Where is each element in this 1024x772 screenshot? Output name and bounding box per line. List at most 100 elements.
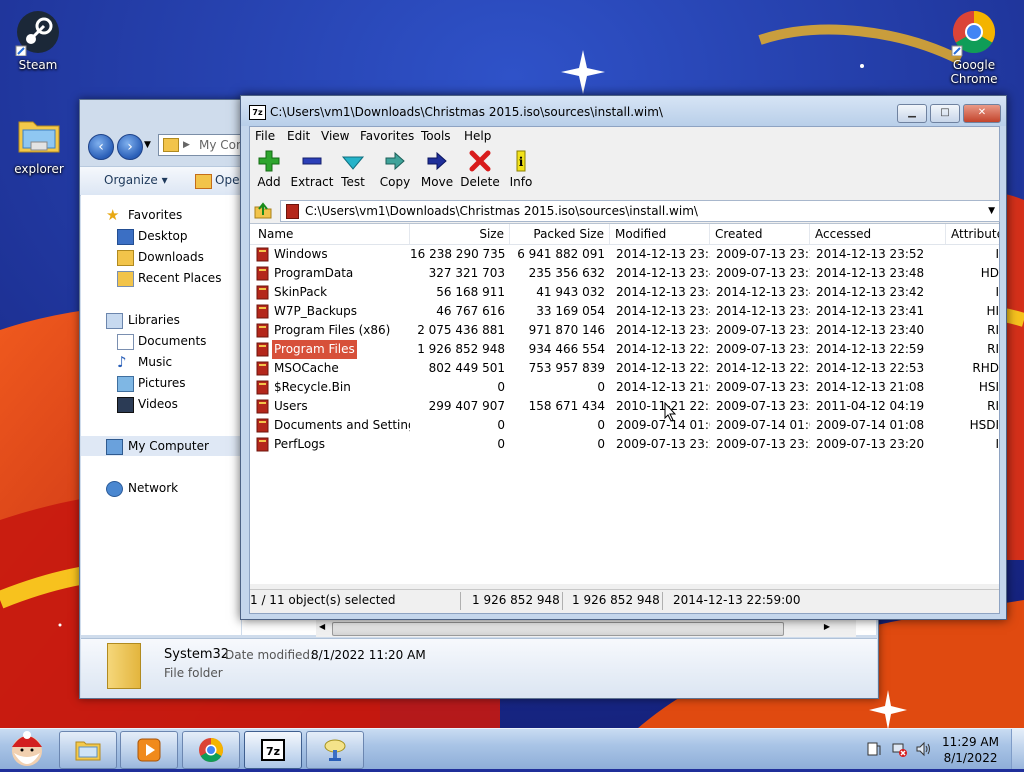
dropdown-arrow-icon[interactable]: ▼ [988, 201, 995, 221]
menu-bar: File Edit View Favorites Tools Help [250, 127, 999, 145]
move-button[interactable]: Move [414, 149, 460, 189]
nav-downloads[interactable]: Downloads [81, 247, 241, 267]
menu-help[interactable]: Help [464, 129, 491, 143]
nav-videos[interactable]: Videos [81, 394, 241, 414]
file-row[interactable]: Program Files (x86) 2 075 436 881 971 870 … [250, 321, 999, 340]
column-header-created[interactable]: Created [710, 224, 810, 244]
file-row[interactable]: MSOCache 802 449 501 753 957 839 2014-12-13… [250, 359, 999, 378]
chrome-icon [197, 736, 225, 764]
taskbar-7zip-button[interactable]: 7z [244, 731, 302, 769]
scroll-right-icon[interactable]: ▶ [824, 622, 830, 631]
desktop-icon-explorer[interactable]: explorer [1, 112, 77, 176]
nav-music[interactable]: ♪ Music [81, 352, 241, 372]
column-header-accessed[interactable]: Accessed [810, 224, 946, 244]
toolbar-label: Delete [460, 175, 500, 189]
file-row[interactable]: SkinPack 56 168 911 41 943 032 2014-12-13 2… [250, 283, 999, 302]
file-row[interactable]: PerfLogs 0 0 2009-07-13 23:20 2009-07-13 23:… [250, 435, 999, 454]
column-header-packed-size[interactable]: Packed Size [510, 224, 610, 244]
nav-my-computer[interactable]: My Computer [81, 436, 241, 456]
desktop-icon-label: explorer [14, 162, 64, 176]
menu-view[interactable]: View [321, 129, 349, 143]
extract-button[interactable]: Extract [289, 149, 335, 189]
menu-favorites[interactable]: Favorites [360, 129, 414, 143]
column-header-attributes[interactable]: Attributes [946, 224, 999, 244]
forward-button[interactable]: › [117, 134, 143, 160]
taskbar-media-player-button[interactable] [120, 731, 178, 769]
info-button[interactable]: i Info [498, 149, 544, 189]
maximize-button[interactable]: □ [930, 104, 960, 123]
desktop-icon-steam[interactable]: Steam [0, 8, 76, 72]
network-icon [106, 481, 123, 497]
file-name: Users [274, 399, 308, 413]
cell-attributes: RI [987, 323, 999, 337]
taskbar-network-app-button[interactable] [306, 731, 364, 769]
menu-file[interactable]: File [255, 129, 275, 143]
start-button[interactable] [4, 729, 50, 769]
chevron-right-icon: ▶ [183, 140, 190, 150]
star-icon: ★ [106, 206, 120, 224]
file-name: ProgramData [274, 266, 354, 280]
explorer-horizontal-scrollbar[interactable]: ◀ ▶ [316, 620, 856, 637]
7zip-file-manager-window[interactable]: 7z C:\Users\vm1\Downloads\Christmas 2015… [240, 95, 1007, 620]
file-row[interactable]: Users 299 407 907 158 671 434 2010-11-21 22… [250, 397, 999, 416]
system-clock[interactable]: 11:29 AM 8/1/2022 [942, 734, 999, 766]
archive-folder-icon [256, 247, 269, 262]
file-name: Program Files (x86) [274, 323, 391, 337]
column-header-name[interactable]: Name [250, 224, 410, 244]
file-row[interactable]: Program Files 1 926 852 948 934 466 554 201… [250, 340, 999, 359]
media-player-icon [135, 736, 163, 764]
menu-tools[interactable]: Tools [421, 129, 451, 143]
cell-size: 16 238 290 735 [410, 247, 505, 261]
nav-favorites[interactable]: ★ Favorites [81, 205, 241, 225]
scroll-thumb[interactable] [332, 622, 784, 636]
scroll-left-icon[interactable]: ◀ [319, 622, 325, 631]
path-combobox[interactable]: C:\Users\vm1\Downloads\Christmas 2015.is… [280, 200, 1000, 222]
cell-packed-size: 0 [597, 380, 605, 394]
nav-pictures[interactable]: Pictures [81, 373, 241, 393]
nav-desktop[interactable]: Desktop [81, 226, 241, 246]
toolbar-label: Extract [290, 175, 334, 189]
file-row[interactable]: $Recycle.Bin 0 0 2014-12-13 21:08 2009-07-13… [250, 378, 999, 397]
music-icon: ♪ [117, 353, 127, 371]
archive-folder-icon [256, 437, 269, 452]
clock-time: 11:29 AM [942, 735, 999, 749]
show-desktop-button[interactable] [1011, 729, 1024, 769]
column-header-modified[interactable]: Modified [610, 224, 710, 244]
delete-button[interactable]: Delete [457, 149, 503, 189]
file-row[interactable]: Documents and Settings 0 0 2009-07-14 01:08… [250, 416, 999, 435]
file-row[interactable]: Windows 16 238 290 735 6 941 882 091 2014-1… [250, 245, 999, 264]
cell-created: 2009-07-13 23:18 [716, 380, 810, 394]
network-status-icon[interactable] [891, 741, 907, 757]
file-list[interactable]: Name Size Packed Size Modified Created A… [250, 223, 999, 584]
desktop-icon-chrome[interactable]: Google Chrome [936, 8, 1012, 86]
7zip-app-icon: 7z [249, 105, 266, 120]
nav-recent-places[interactable]: Recent Places [81, 268, 241, 288]
recent-pages-dropdown-icon[interactable]: ▼ [144, 140, 151, 150]
nav-network[interactable]: Network [81, 478, 241, 498]
file-row[interactable]: ProgramData 327 321 703 235 356 632 2014-12… [250, 264, 999, 283]
copy-button[interactable]: Copy [372, 149, 418, 189]
action-center-icon[interactable] [866, 741, 882, 757]
taskbar-chrome-button[interactable] [182, 731, 240, 769]
archive-folder-icon [256, 342, 269, 357]
add-button[interactable]: Add [246, 149, 292, 189]
network-app-icon [321, 736, 349, 764]
documents-icon [117, 334, 134, 350]
menu-edit[interactable]: Edit [287, 129, 310, 143]
organize-button[interactable]: Organize ▾ [104, 173, 168, 187]
nav-libraries[interactable]: Libraries [81, 310, 241, 330]
taskbar-explorer-button[interactable] [59, 731, 117, 769]
status-size: 1 926 852 948 [472, 593, 560, 607]
cell-accessed: 2009-07-13 23:20 [816, 437, 925, 451]
back-button[interactable]: ‹ [88, 134, 114, 160]
close-button[interactable]: ✕ [963, 104, 1001, 123]
minimize-button[interactable]: ▁ [897, 104, 927, 123]
test-button[interactable]: Test [330, 149, 376, 189]
column-header-size[interactable]: Size [410, 224, 510, 244]
nav-documents[interactable]: Documents [81, 331, 241, 351]
file-row[interactable]: W7P_Backups 46 767 616 33 169 054 2014-12-1… [250, 302, 999, 321]
up-folder-button[interactable] [253, 201, 273, 219]
title-bar[interactable]: 7z C:\Users\vm1\Downloads\Christmas 2015… [241, 96, 1006, 126]
chrome-icon [950, 8, 998, 57]
volume-icon[interactable] [915, 741, 931, 757]
